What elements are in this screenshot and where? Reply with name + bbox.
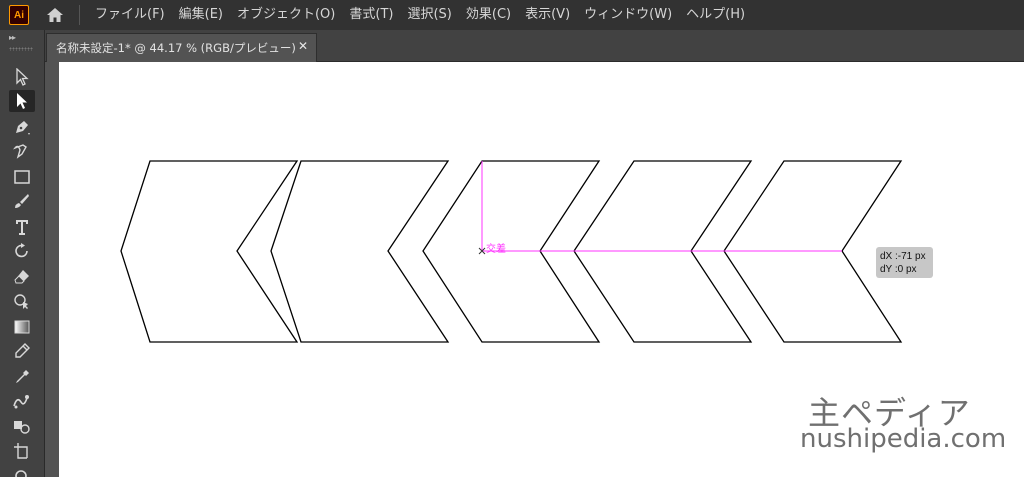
menu-view[interactable]: 表示(V) xyxy=(518,0,577,30)
brush-icon xyxy=(15,194,29,208)
curvature-icon xyxy=(13,144,27,159)
menu-select[interactable]: 選択(S) xyxy=(400,0,458,30)
menu-window[interactable]: ウィンドウ(W) xyxy=(577,0,679,30)
close-icon[interactable]: ✕ xyxy=(298,39,308,53)
puppet-warp-tool[interactable] xyxy=(9,390,35,412)
paintbrush-tool[interactable] xyxy=(9,190,35,212)
document-tab[interactable]: 名称未設定-1* @ 44.17 % (RGB/プレビュー) ✕ xyxy=(46,33,317,62)
measure-dx: dX :-71 px xyxy=(880,251,926,262)
artboard-icon xyxy=(14,443,28,459)
eraser-tool[interactable] xyxy=(9,266,35,288)
shape-builder-icon xyxy=(14,294,28,309)
rotate-icon xyxy=(15,243,28,258)
eyedropper-tool[interactable] xyxy=(9,366,35,388)
gradient-icon xyxy=(14,320,30,334)
panel-grip[interactable] xyxy=(9,47,33,51)
zoom-tool[interactable] xyxy=(9,464,35,477)
menu-effect[interactable]: 効果(C) xyxy=(459,0,518,30)
menu-help[interactable]: ヘルプ(H) xyxy=(679,0,752,30)
blend-tool[interactable] xyxy=(9,340,35,362)
collapse-panel-icon[interactable]: ▸▸ xyxy=(9,33,16,42)
illustrator-logo-icon: Ai xyxy=(9,5,29,25)
pen-tool[interactable] xyxy=(9,116,35,138)
artboard-tool[interactable] xyxy=(9,440,35,462)
menu-file[interactable]: ファイル(F) xyxy=(88,0,172,30)
document-tab-bar: 名称未設定-1* @ 44.17 % (RGB/プレビュー) ✕ xyxy=(0,30,1024,62)
menu-type[interactable]: 書式(T) xyxy=(342,0,400,30)
measure-dy: dY :0 px xyxy=(880,264,917,275)
rectangle-tool[interactable] xyxy=(9,166,35,188)
rotate-tool[interactable] xyxy=(9,240,35,262)
rectangle-icon xyxy=(14,170,30,184)
blend-icon xyxy=(15,343,30,358)
menu-separator xyxy=(79,5,80,25)
menu-bar: Ai ファイル(F) 編集(E) オブジェクト(O) 書式(T) 選択(S) 効… xyxy=(0,0,1024,30)
canvas-pasteboard xyxy=(46,62,59,477)
zoom-icon xyxy=(15,470,27,477)
menu-edit[interactable]: 編集(E) xyxy=(172,0,230,30)
tools-panel: ▸▸ xyxy=(0,30,45,477)
eraser-icon xyxy=(14,270,29,284)
arrow-outline-icon xyxy=(16,68,29,86)
pen-icon xyxy=(16,121,30,135)
type-tool[interactable] xyxy=(9,216,35,238)
document-tab-title: 名称未設定-1* @ 44.17 % (RGB/プレビュー) xyxy=(56,41,296,55)
chevron-shape-2 xyxy=(270,160,450,343)
shape-builder-tool[interactable] xyxy=(9,290,35,312)
live-paint-icon xyxy=(14,421,30,434)
arrow-filled-icon xyxy=(17,93,27,109)
live-paint-tool[interactable] xyxy=(9,416,35,438)
direct-selection-tool[interactable] xyxy=(9,90,35,112)
home-icon[interactable] xyxy=(45,5,65,25)
selection-tool[interactable] xyxy=(9,66,35,88)
eyedropper-icon xyxy=(16,370,29,383)
menu-object[interactable]: オブジェクト(O) xyxy=(230,0,342,30)
puppet-icon xyxy=(13,395,29,409)
type-icon xyxy=(16,220,28,235)
menu-items: ファイル(F) 編集(E) オブジェクト(O) 書式(T) 選択(S) 効果(C… xyxy=(88,0,752,30)
intersect-guide-label: 交差 xyxy=(486,244,506,255)
move-measure-tooltip: dX :-71 px dY :0 px xyxy=(876,247,933,278)
watermark-url: nushipedia.com xyxy=(800,424,1007,454)
curvature-tool[interactable] xyxy=(9,140,35,162)
gradient-tool[interactable] xyxy=(9,316,35,338)
